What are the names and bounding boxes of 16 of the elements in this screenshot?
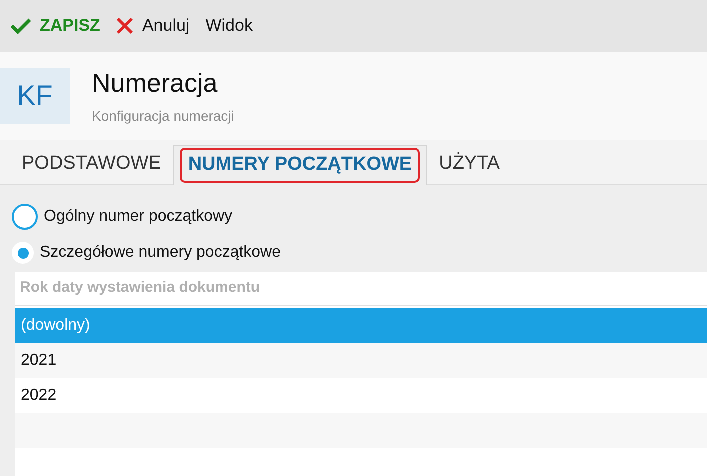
tab[interactable]: NUMERY POCZĄTKOWE — [173, 145, 428, 185]
page-title: Numeracja — [92, 67, 219, 100]
radio-button[interactable] — [12, 204, 38, 230]
module-badge: KF — [0, 68, 70, 124]
list-row[interactable]: 2021 — [15, 343, 707, 378]
page-subtitle: Konfiguracja numeracji — [92, 107, 234, 126]
checkmark-icon — [10, 17, 32, 35]
radio-option[interactable]: Ogólny numer początkowy — [12, 199, 233, 235]
radio-option[interactable]: Szczegółowe numery początkowe — [12, 235, 282, 271]
radio-button[interactable] — [12, 242, 34, 264]
toolbar-button[interactable]: ZAPISZ — [10, 13, 100, 39]
tab[interactable]: UŻYTA — [427, 144, 512, 184]
tab[interactable]: PODSTAWOWE — [10, 144, 174, 184]
toolbar-button[interactable]: Widok — [206, 13, 253, 39]
close-icon — [116, 17, 134, 35]
toolbar-button[interactable]: Anuluj — [116, 13, 190, 39]
